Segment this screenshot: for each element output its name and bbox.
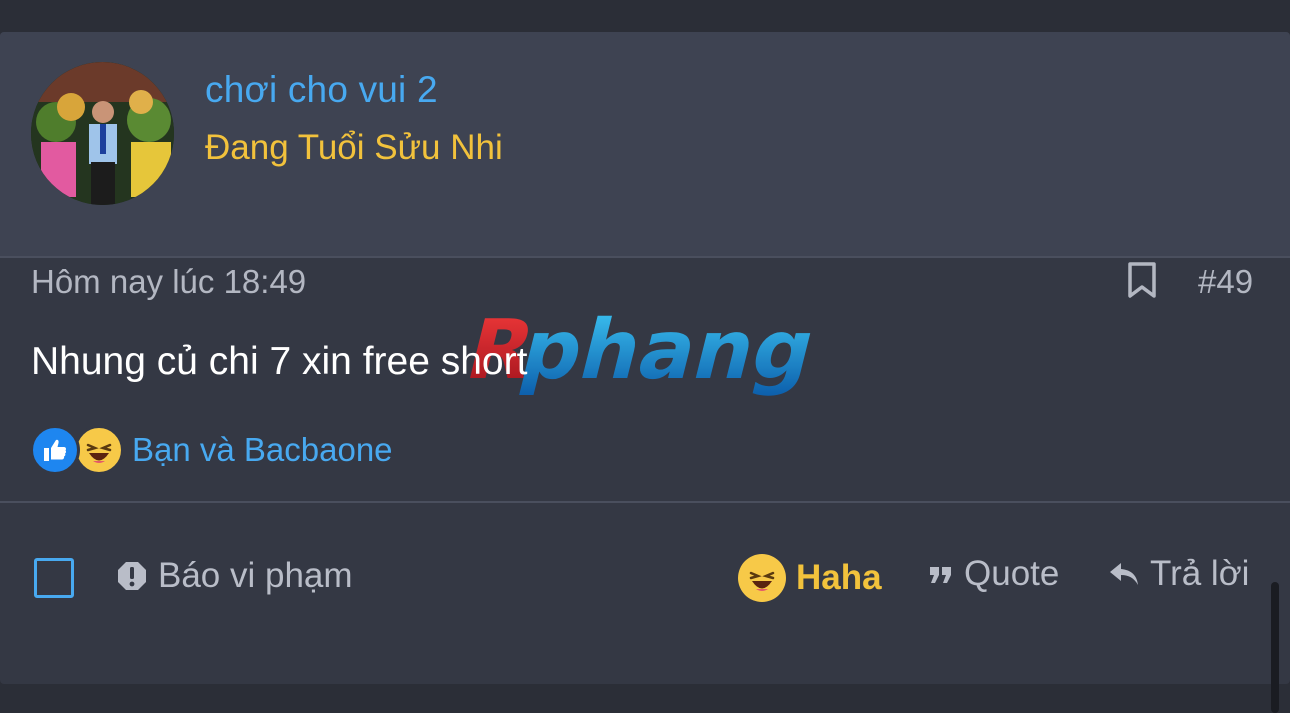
post-number[interactable]: #49: [1198, 263, 1253, 301]
reply-icon: [1110, 563, 1138, 585]
post-body: Nhung củ chi 7 xin free short: [31, 340, 528, 383]
warning-icon: [118, 562, 146, 590]
reactions-summary[interactable]: Bạn và Bacbaone: [30, 422, 393, 478]
post-actions: Báo vi phạm Haha Quote Trả lời: [0, 540, 1290, 620]
user-title: Đang Tuổi Sửu Nhi: [205, 128, 503, 167]
avatar[interactable]: [31, 62, 174, 205]
scrollbar[interactable]: [1271, 582, 1279, 713]
top-bar: [0, 0, 1290, 32]
bottom-strip: [0, 684, 1290, 713]
post-date[interactable]: Hôm nay lúc 18:49: [31, 263, 306, 301]
haha-icon: [738, 554, 786, 602]
like-icon: [30, 425, 80, 475]
haha-icon: [74, 425, 124, 475]
svg-text:phang: phang: [512, 302, 825, 398]
reply-button[interactable]: Trả lời: [1108, 554, 1249, 594]
user-block: chơi cho vui 2 Đang Tuổi Sửu Nhi: [0, 32, 1290, 258]
username[interactable]: chơi cho vui 2: [205, 69, 438, 111]
quote-button[interactable]: Quote: [928, 554, 1059, 594]
haha-label: Haha: [796, 558, 882, 597]
bookmark-icon[interactable]: [1126, 261, 1158, 299]
reactions-label[interactable]: Bạn và Bacbaone: [132, 431, 393, 469]
report-label: Báo vi phạm: [158, 556, 353, 595]
haha-react-button[interactable]: Haha: [738, 554, 882, 602]
reply-label: Trả lời: [1150, 554, 1250, 593]
quote-label: Quote: [964, 554, 1060, 593]
post-divider: [0, 501, 1290, 503]
quote-icon: [930, 567, 951, 583]
select-checkbox[interactable]: [34, 558, 74, 598]
report-button[interactable]: Báo vi phạm: [116, 556, 353, 596]
